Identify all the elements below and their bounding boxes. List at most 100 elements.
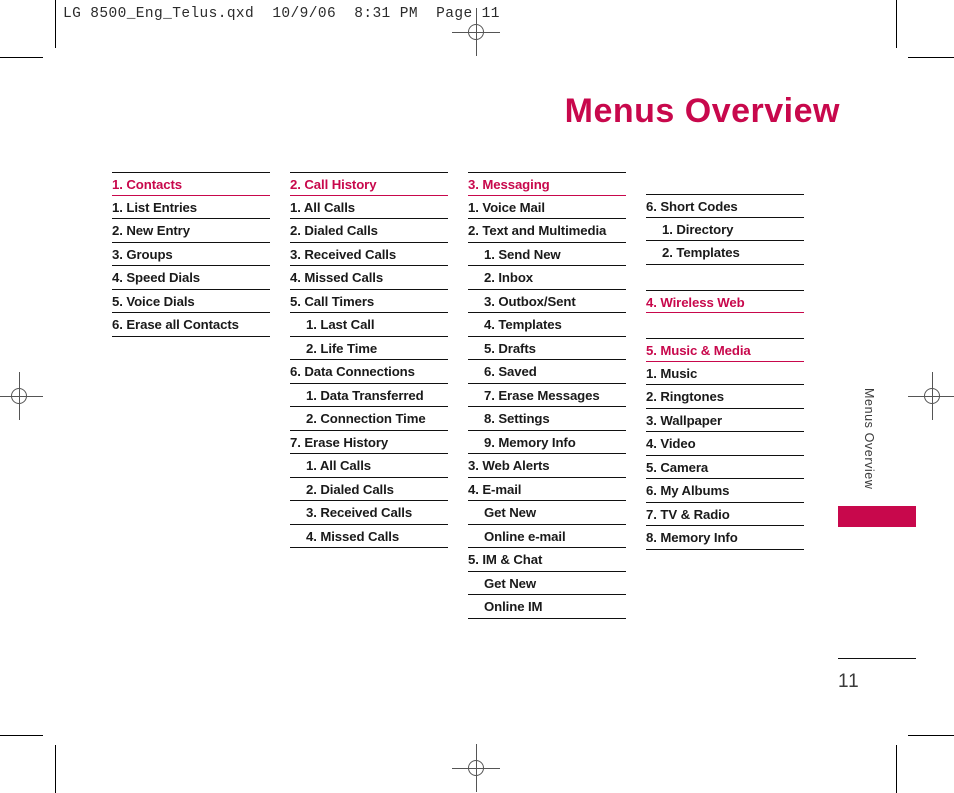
crop-mark-bottom-left-vertical	[55, 745, 56, 793]
menu-group-header-label: 4. Wireless Web	[646, 294, 745, 310]
menu-item[interactable]: 7. Erase History	[290, 431, 448, 454]
menu-item[interactable]: 6. Saved	[468, 360, 626, 384]
menu-group-header[interactable]: 4. Wireless Web	[646, 289, 804, 313]
menu-item[interactable]: 4. Video	[646, 432, 804, 456]
menu-item-label: 7. TV & Radio	[646, 506, 730, 522]
menu-item[interactable]: 3. Received Calls	[290, 243, 448, 266]
menu-item-label: 6. Short Codes	[646, 199, 738, 214]
menu-item-label: 4. Speed Dials	[112, 270, 201, 285]
menu-item[interactable]: 7. Erase Messages	[468, 384, 626, 407]
menu-item[interactable]: 4. Speed Dials	[112, 266, 270, 290]
menu-item[interactable]: 7. TV & Radio	[646, 503, 804, 526]
menu-item-label: 2. Ringtones	[646, 389, 724, 404]
crop-mark-bottom-right-horizontal	[908, 735, 954, 736]
page-number: 11	[838, 671, 860, 692]
menu-item-label: 1. Data Transferred	[306, 387, 424, 403]
menu-item-label: 4. Video	[646, 436, 696, 451]
menu-item[interactable]: 3. Wallpaper	[646, 409, 804, 432]
menu-item[interactable]: Online IM	[468, 595, 626, 619]
menu-item[interactable]: 6. Short Codes	[646, 194, 804, 218]
menu-item-label: 5. Voice Dials	[112, 293, 195, 309]
menu-item-label: 4. Templates	[484, 317, 562, 332]
menu-group: 2. Call History 1. All Calls 2. Dialed Cal…	[290, 172, 448, 548]
menu-item[interactable]: 1. Voice Mail	[468, 196, 626, 219]
menu-item[interactable]: 3. Received Calls	[290, 501, 448, 525]
menu-item[interactable]: 5. Voice Dials	[112, 290, 270, 313]
menu-item[interactable]: 3. Web Alerts	[468, 454, 626, 478]
menu-item-label: 7. Erase Messages	[484, 387, 600, 403]
menu-item[interactable]: 8. Memory Info	[646, 526, 804, 550]
menu-item[interactable]: 5. Drafts	[468, 337, 626, 360]
menu-item[interactable]: 5. IM & Chat	[468, 548, 626, 572]
menu-item-label: 2. Connection Time	[306, 411, 426, 426]
menu-group-header[interactable]: 5. Music & Media	[646, 338, 804, 362]
menu-item[interactable]: 3. Groups	[112, 243, 270, 266]
menu-column-3: 3. Messaging 1. Voice Mail 2. Text and Mul…	[468, 172, 626, 619]
menu-item[interactable]: 1. Directory	[646, 218, 804, 241]
menu-item-label: 5. Call Timers	[290, 293, 375, 309]
menu-item[interactable]: 2. Dialed Calls	[290, 478, 448, 501]
menu-item-label: 4. Missed Calls	[290, 270, 384, 285]
menu-item-label: 5. Drafts	[484, 340, 536, 356]
menu-item[interactable]: 1. Last Call	[290, 313, 448, 337]
menu-item[interactable]: 9. Memory Info	[468, 431, 626, 454]
menu-item-label: 1. Voice Mail	[468, 199, 545, 215]
menu-group-header[interactable]: 1. Contacts	[112, 172, 270, 196]
menu-item[interactable]: 2. Ringtones	[646, 385, 804, 409]
menu-item[interactable]: 2. Inbox	[468, 266, 626, 290]
menu-item[interactable]: 4. E-mail	[468, 478, 626, 501]
menu-item[interactable]: 4. Missed Calls	[290, 525, 448, 548]
menu-item[interactable]: 1. Data Transferred	[290, 384, 448, 407]
menu-group-header[interactable]: 2. Call History	[290, 172, 448, 196]
menu-item[interactable]: 5. Camera	[646, 456, 804, 479]
chapter-thumb-tab	[838, 506, 916, 527]
menu-item[interactable]: 1. List Entries	[112, 196, 270, 219]
menu-item[interactable]: Online e-mail	[468, 525, 626, 548]
menu-item[interactable]: 3. Outbox/Sent	[468, 290, 626, 313]
crop-mark-bottom-left-horizontal	[0, 735, 43, 736]
crop-mark-top-right-vertical	[896, 0, 897, 48]
menu-item-label: 3. Web Alerts	[468, 458, 550, 473]
menu-item-label: Online IM	[484, 599, 543, 614]
menu-item-label: 1. All Calls	[306, 458, 372, 473]
menu-item-label: Get New	[484, 505, 537, 520]
menu-item-label: 6. Data Connections	[290, 364, 415, 379]
menu-item[interactable]: 2. Life Time	[290, 337, 448, 360]
menu-group: 1. Contacts 1. List Entries 2. New Entry 3.…	[112, 172, 270, 337]
menu-item-label: 8. Memory Info	[646, 530, 738, 545]
menu-item[interactable]: 2. Dialed Calls	[290, 219, 448, 243]
crop-mark-bottom-right-vertical	[896, 745, 897, 793]
menu-item[interactable]: 2. Templates	[646, 241, 804, 265]
menu-item[interactable]: 2. Text and Multimedia	[468, 219, 626, 243]
menu-item[interactable]: 5. Call Timers	[290, 290, 448, 313]
menu-item-label: 1. Last Call	[306, 317, 375, 332]
menu-item[interactable]: 1. All Calls	[290, 196, 448, 219]
menu-group: 6. Short Codes 1. Directory 2. Templates	[646, 194, 804, 265]
menu-item[interactable]: 6. Erase all Contacts	[112, 313, 270, 337]
menu-item[interactable]: 4. Templates	[468, 313, 626, 337]
menu-item-label: 3. Received Calls	[306, 505, 413, 520]
menu-group-header-label: 1. Contacts	[112, 177, 182, 192]
menu-group-header[interactable]: 3. Messaging	[468, 172, 626, 196]
menu-item-label: 2. New Entry	[112, 223, 190, 238]
menu-item[interactable]: 6. Data Connections	[290, 360, 448, 384]
menu-item[interactable]: 1. Send New	[468, 243, 626, 266]
menu-item-label: Get New	[484, 575, 537, 591]
menu-item[interactable]: 1. All Calls	[290, 454, 448, 478]
registration-mark-right	[908, 372, 954, 420]
folio-rule	[838, 658, 916, 659]
menu-group-header-label: 5. Music & Media	[646, 343, 751, 358]
menu-item-label: 1. Directory	[662, 221, 734, 237]
menu-item[interactable]: 6. My Albums	[646, 479, 804, 503]
page-title: Menus Overview	[564, 92, 840, 130]
menu-item[interactable]: 2. Connection Time	[290, 407, 448, 431]
menu-item[interactable]: 2. New Entry	[112, 219, 270, 243]
menu-column-1: 1. Contacts 1. List Entries 2. New Entry 3.…	[112, 172, 270, 337]
menu-item[interactable]: 4. Missed Calls	[290, 266, 448, 290]
menu-item[interactable]: 1. Music	[646, 362, 804, 385]
menu-item-label: 9. Memory Info	[484, 434, 576, 450]
menu-item[interactable]: Get New	[468, 501, 626, 525]
menu-item[interactable]: Get New	[468, 572, 626, 595]
menu-item[interactable]: 8. Settings	[468, 407, 626, 431]
menu-item-label: 2. Text and Multimedia	[468, 223, 607, 238]
